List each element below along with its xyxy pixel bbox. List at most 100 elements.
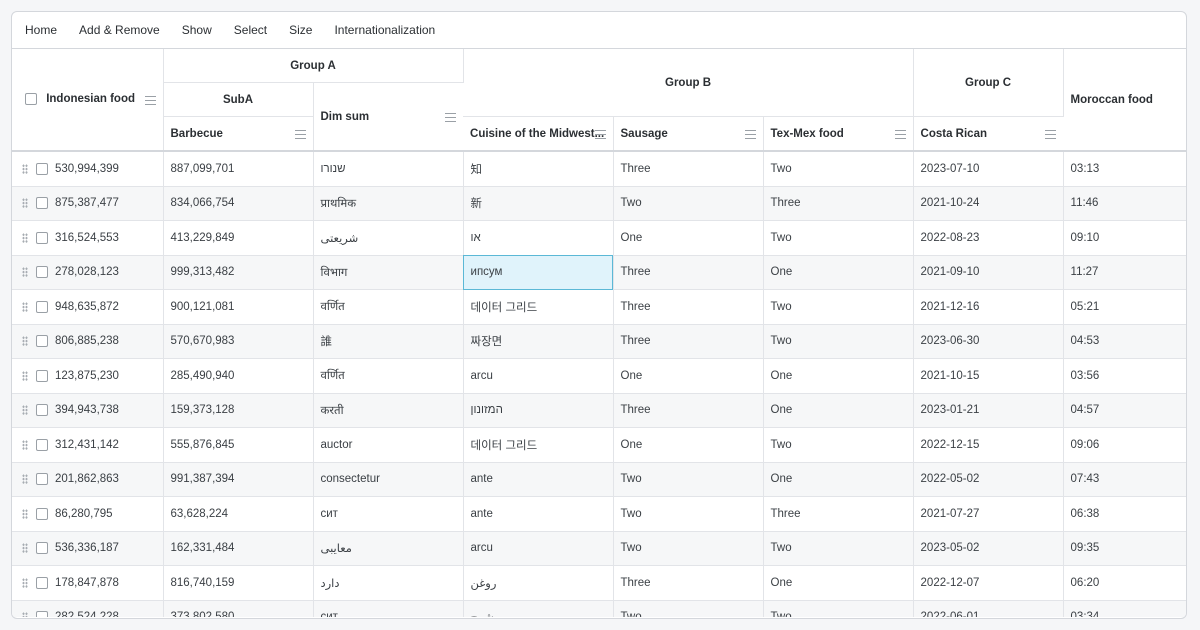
table-row[interactable]: 875,387,477 834,066,754 प्राथमिक 新 Two Three 2… xyxy=(12,186,1186,221)
row-checkbox[interactable] xyxy=(36,197,48,210)
table-row[interactable]: 282,524,228373,802,580ситشرحTwoTwo2022-0… xyxy=(12,600,1186,617)
cell-moroccan-food[interactable]: 04:57 xyxy=(1063,393,1186,428)
cell-costa-rican[interactable]: 2021-09-10 xyxy=(913,255,1064,290)
cell-sausage[interactable]: Three xyxy=(613,151,764,187)
drag-handle-icon[interactable] xyxy=(22,474,28,485)
cell-barbecue[interactable]: 834,066,754 xyxy=(163,186,314,221)
cell-barbecue[interactable]: 285,490,940 xyxy=(163,358,314,394)
cell-cuisine-midwest[interactable]: arcu xyxy=(463,358,614,394)
header-moroccan-food[interactable]: Moroccan food xyxy=(1063,49,1186,152)
menu-select[interactable]: Select xyxy=(223,12,278,48)
cell-costa-rican[interactable]: 2021-10-15 xyxy=(913,358,1064,394)
cell-cuisine-midwest[interactable]: או xyxy=(463,220,614,256)
cell-costa-rican[interactable]: 2023-06-30 xyxy=(913,324,1064,359)
drag-handle-icon[interactable] xyxy=(22,232,28,243)
table-row[interactable]: 312,431,142 555,876,845 auctor 데이터 그리드 One Tw… xyxy=(12,427,1186,463)
header-dim-sum[interactable]: Dim sum xyxy=(313,82,464,152)
table-row[interactable]: 530,994,399 887,099,701 שנורו 知 Three Two 2023… xyxy=(12,151,1186,187)
cell-cuisine-midwest[interactable]: 新 xyxy=(463,186,614,221)
cell-dim-sum[interactable]: сит xyxy=(313,496,464,532)
cell-barbecue[interactable]: 162,331,484 xyxy=(163,531,314,566)
cell-cuisine-midwest[interactable]: 짜장면 xyxy=(463,324,614,359)
cell-moroccan-food[interactable]: 07:43 xyxy=(1063,462,1186,497)
cell-moroccan-food[interactable]: 11:46 xyxy=(1063,186,1186,221)
cell-sausage[interactable]: One xyxy=(613,358,764,394)
column-menu-icon[interactable] xyxy=(1045,129,1057,139)
header-costa-rican[interactable]: Costa Rican xyxy=(913,116,1064,152)
cell-tex-mex[interactable]: Three xyxy=(763,186,914,221)
column-menu-icon[interactable] xyxy=(445,112,457,122)
cell-moroccan-food[interactable]: 09:06 xyxy=(1063,427,1186,463)
cell-costa-rican[interactable]: 2022-05-02 xyxy=(913,462,1064,497)
cell-sausage[interactable]: Three xyxy=(613,324,764,359)
cell-dim-sum[interactable]: сит xyxy=(313,600,464,617)
cell-indonesian-food[interactable]: 201,862,863 xyxy=(12,462,164,497)
cell-moroccan-food[interactable]: 03:34 xyxy=(1063,600,1186,617)
cell-sausage[interactable]: Three xyxy=(613,565,764,601)
cell-indonesian-food[interactable]: 806,885,238 xyxy=(12,324,164,359)
row-checkbox[interactable] xyxy=(36,369,48,382)
cell-indonesian-food[interactable]: 316,524,553 xyxy=(12,220,164,256)
cell-indonesian-food[interactable]: 278,028,123 xyxy=(12,255,164,290)
row-checkbox[interactable] xyxy=(36,576,48,589)
column-menu-icon[interactable] xyxy=(894,129,906,139)
cell-costa-rican[interactable]: 2022-06-01 xyxy=(913,600,1064,617)
row-checkbox[interactable] xyxy=(36,404,48,417)
cell-sausage[interactable]: One xyxy=(613,220,764,256)
cell-indonesian-food[interactable]: 123,875,230 xyxy=(12,358,164,394)
cell-moroccan-food[interactable]: 11:27 xyxy=(1063,255,1186,290)
menu-home[interactable]: Home xyxy=(13,12,68,48)
column-menu-icon[interactable] xyxy=(294,129,306,139)
cell-indonesian-food[interactable]: 86,280,795 xyxy=(12,496,164,532)
cell-moroccan-food[interactable]: 04:53 xyxy=(1063,324,1186,359)
cell-cuisine-midwest[interactable]: 知 xyxy=(463,151,614,187)
cell-indonesian-food[interactable]: 530,994,399 xyxy=(12,151,164,187)
cell-moroccan-food[interactable]: 03:13 xyxy=(1063,151,1186,187)
cell-tex-mex[interactable]: Two xyxy=(763,220,914,256)
cell-dim-sum[interactable]: שנורו xyxy=(313,151,464,187)
table-row[interactable]: 536,336,187 162,331,484 معایبی arcu Two Two 20… xyxy=(12,531,1186,566)
drag-handle-icon[interactable] xyxy=(22,439,28,450)
cell-sausage[interactable]: Three xyxy=(613,255,764,290)
cell-costa-rican[interactable]: 2021-12-16 xyxy=(913,289,1064,325)
drag-handle-icon[interactable] xyxy=(22,577,28,588)
cell-sausage[interactable]: Three xyxy=(613,289,764,325)
row-checkbox[interactable] xyxy=(36,542,48,555)
drag-handle-icon[interactable] xyxy=(22,405,28,416)
table-row[interactable]: 201,862,863 991,387,394 consectetur ante Two… xyxy=(12,462,1186,497)
cell-indonesian-food[interactable]: 178,847,878 xyxy=(12,565,164,601)
cell-costa-rican[interactable]: 2021-10-24 xyxy=(913,186,1064,221)
cell-costa-rican[interactable]: 2023-05-02 xyxy=(913,531,1064,566)
table-row[interactable]: 394,943,738 159,373,128 करती המזונון Three On… xyxy=(12,393,1186,428)
cell-sausage[interactable]: Two xyxy=(613,600,764,617)
cell-tex-mex[interactable]: One xyxy=(763,565,914,601)
row-checkbox[interactable] xyxy=(36,335,48,348)
drag-handle-icon[interactable] xyxy=(22,612,28,617)
cell-cuisine-midwest[interactable]: شرح xyxy=(463,600,614,617)
cell-tex-mex[interactable]: One xyxy=(763,393,914,428)
cell-tex-mex[interactable]: Two xyxy=(763,151,914,187)
drag-handle-icon[interactable] xyxy=(22,198,28,209)
cell-dim-sum[interactable]: वर्णित xyxy=(313,358,464,394)
cell-sausage[interactable]: Three xyxy=(613,393,764,428)
menu-show[interactable]: Show xyxy=(171,12,223,48)
cell-tex-mex[interactable]: Three xyxy=(763,496,914,532)
cell-tex-mex[interactable]: Two xyxy=(763,427,914,463)
drag-handle-icon[interactable] xyxy=(22,370,28,381)
row-checkbox[interactable] xyxy=(36,231,48,244)
cell-dim-sum[interactable]: دارد xyxy=(313,565,464,601)
row-checkbox[interactable] xyxy=(36,507,48,520)
cell-costa-rican[interactable]: 2021-07-27 xyxy=(913,496,1064,532)
cell-dim-sum[interactable]: प्राथमिक xyxy=(313,186,464,221)
cell-dim-sum[interactable]: करती xyxy=(313,393,464,428)
table-row[interactable]: 948,635,872 900,121,081 वर्णित 데이터 그리드 Three… xyxy=(12,289,1186,325)
cell-moroccan-food[interactable]: 09:10 xyxy=(1063,220,1186,256)
cell-barbecue[interactable]: 413,229,849 xyxy=(163,220,314,256)
cell-barbecue[interactable]: 373,802,580 xyxy=(163,600,314,617)
row-checkbox[interactable] xyxy=(36,266,48,279)
cell-cuisine-midwest[interactable]: ante xyxy=(463,462,614,497)
cell-sausage[interactable]: One xyxy=(613,427,764,463)
drag-handle-icon[interactable] xyxy=(22,508,28,519)
menu-add-remove[interactable]: Add & Remove xyxy=(68,12,171,48)
cell-barbecue[interactable]: 991,387,394 xyxy=(163,462,314,497)
